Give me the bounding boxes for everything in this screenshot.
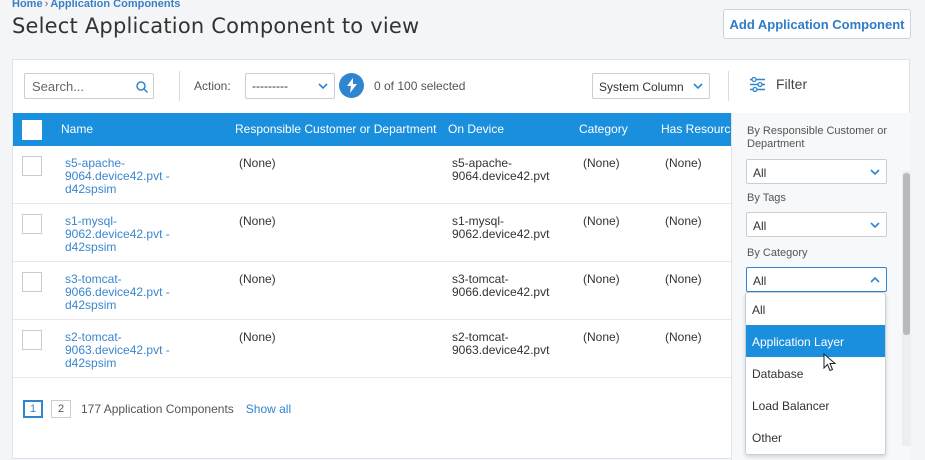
vertical-scrollbar-thumb[interactable]	[903, 173, 910, 335]
component-name-link[interactable]: s2-tomcat- 9063.device42.pvt - d42spsim	[65, 331, 170, 370]
has-resource-cell: (None)	[665, 156, 702, 170]
category-option-database[interactable]: Database	[746, 357, 885, 389]
row-checkbox[interactable]	[22, 272, 42, 292]
component-name-link[interactable]: s1-mysql- 9062.device42.pvt - d42spsim	[65, 215, 170, 254]
selected-count: 0 of 100 selected	[374, 79, 466, 93]
lightning-icon	[346, 78, 357, 93]
row-checkbox[interactable]	[22, 214, 42, 234]
filter-tags-select[interactable]: All	[746, 212, 887, 237]
pagination: 1 2 177 Application Components Show all	[23, 400, 291, 418]
toolbar: Search... Action: --------- 0 of 100 sel…	[13, 60, 911, 113]
show-all-link[interactable]: Show all	[246, 402, 291, 416]
page-button-2[interactable]: 2	[51, 400, 71, 418]
mouse-cursor-icon	[823, 353, 837, 372]
table-row: s3-tomcat- 9066.device42.pvt - d42spsim (N…	[13, 262, 731, 320]
toolbar-divider	[179, 71, 180, 101]
column-header-has-resource[interactable]: Has Resourc	[661, 122, 730, 136]
category-option-load-balancer[interactable]: Load Balancer	[746, 389, 885, 421]
row-checkbox[interactable]	[22, 330, 42, 350]
table-row: s1-mysql- 9062.device42.pvt - d42spsim (No…	[13, 204, 731, 262]
responsible-cell: (None)	[239, 272, 276, 286]
responsible-cell: (None)	[239, 214, 276, 228]
column-header-on-device[interactable]: On Device	[448, 122, 504, 136]
filter-sliders-icon	[750, 76, 765, 92]
chevron-down-icon	[870, 222, 880, 229]
search-icon[interactable]	[135, 80, 149, 94]
filter-responsible-select[interactable]: All	[746, 159, 887, 184]
vertical-scrollbar[interactable]	[902, 171, 911, 446]
filter-category-select[interactable]: All	[746, 267, 887, 292]
has-resource-cell: (None)	[665, 272, 702, 286]
page-title: Select Application Component to view	[12, 14, 420, 38]
search-placeholder: Search...	[32, 79, 85, 94]
device-cell: s3-tomcat- 9066.device42.pvt	[452, 272, 550, 299]
device-cell: s5-apache- 9064.device42.pvt	[452, 156, 550, 183]
device-cell: s1-mysql- 9062.device42.pvt	[452, 214, 550, 241]
components-table: Name Responsible Customer or Department …	[13, 113, 731, 388]
page-button-1[interactable]: 1	[23, 400, 43, 418]
total-count: 177 Application Components	[81, 402, 234, 416]
device-cell: s2-tomcat- 9063.device42.pvt	[452, 330, 550, 357]
table-header: Name Responsible Customer or Department …	[13, 113, 731, 146]
has-resource-cell: (None)	[665, 330, 702, 344]
row-checkbox[interactable]	[22, 156, 42, 176]
table-row: s5-apache- 9064.device42.pvt - d42spsim (N…	[13, 146, 731, 204]
breadcrumb: Home › Application Components	[12, 0, 180, 10]
filter-category-label: By Category	[747, 247, 808, 259]
filter-tags-value: All	[753, 219, 767, 233]
category-cell: (None)	[583, 272, 620, 286]
breadcrumb-separator: ›	[44, 0, 49, 10]
action-select[interactable]: ---------	[245, 73, 335, 99]
chevron-down-icon	[318, 83, 328, 90]
filter-category-value: All	[753, 274, 767, 288]
table-row: s2-tomcat- 9063.device42.pvt - d42spsim (N…	[13, 320, 731, 378]
search-input[interactable]: Search...	[24, 73, 154, 99]
category-cell: (None)	[583, 156, 620, 170]
filter-tags-label: By Tags	[747, 192, 786, 204]
run-action-button[interactable]	[339, 73, 364, 98]
action-label: Action:	[194, 79, 231, 93]
category-cell: (None)	[583, 214, 620, 228]
column-header-responsible[interactable]: Responsible Customer or Department	[235, 122, 436, 136]
breadcrumb-home-link[interactable]: Home	[12, 0, 43, 10]
responsible-cell: (None)	[239, 156, 276, 170]
column-header-category[interactable]: Category	[579, 122, 628, 136]
toolbar-divider	[728, 71, 729, 101]
category-option-other[interactable]: Other	[746, 421, 885, 453]
category-option-all[interactable]: All	[746, 293, 885, 325]
chevron-up-icon	[870, 276, 880, 283]
filter-label: Filter	[776, 76, 808, 92]
filter-responsible-value: All	[753, 166, 767, 180]
chevron-down-icon	[693, 83, 703, 90]
filter-button[interactable]: Filter	[749, 76, 807, 92]
action-select-value: ---------	[252, 79, 288, 93]
category-option-application-layer[interactable]: Application Layer	[746, 325, 885, 357]
has-resource-cell: (None)	[665, 214, 702, 228]
chevron-down-icon	[870, 169, 880, 176]
select-all-checkbox[interactable]	[22, 120, 42, 140]
system-column-label: System Column	[599, 80, 684, 94]
responsible-cell: (None)	[239, 330, 276, 344]
category-dropdown-menu: All Application Layer Database Load Bala…	[745, 292, 886, 455]
column-header-name[interactable]: Name	[61, 122, 93, 136]
breadcrumb-current: Application Components	[50, 0, 181, 10]
category-cell: (None)	[583, 330, 620, 344]
add-application-component-button[interactable]: Add Application Component	[723, 9, 911, 39]
component-name-link[interactable]: s5-apache- 9064.device42.pvt - d42spsim	[65, 157, 170, 196]
filter-responsible-label: By Responsible Customer or Department	[747, 125, 888, 150]
component-name-link[interactable]: s3-tomcat- 9066.device42.pvt - d42spsim	[65, 273, 170, 312]
system-column-select[interactable]: System Column	[592, 73, 710, 99]
